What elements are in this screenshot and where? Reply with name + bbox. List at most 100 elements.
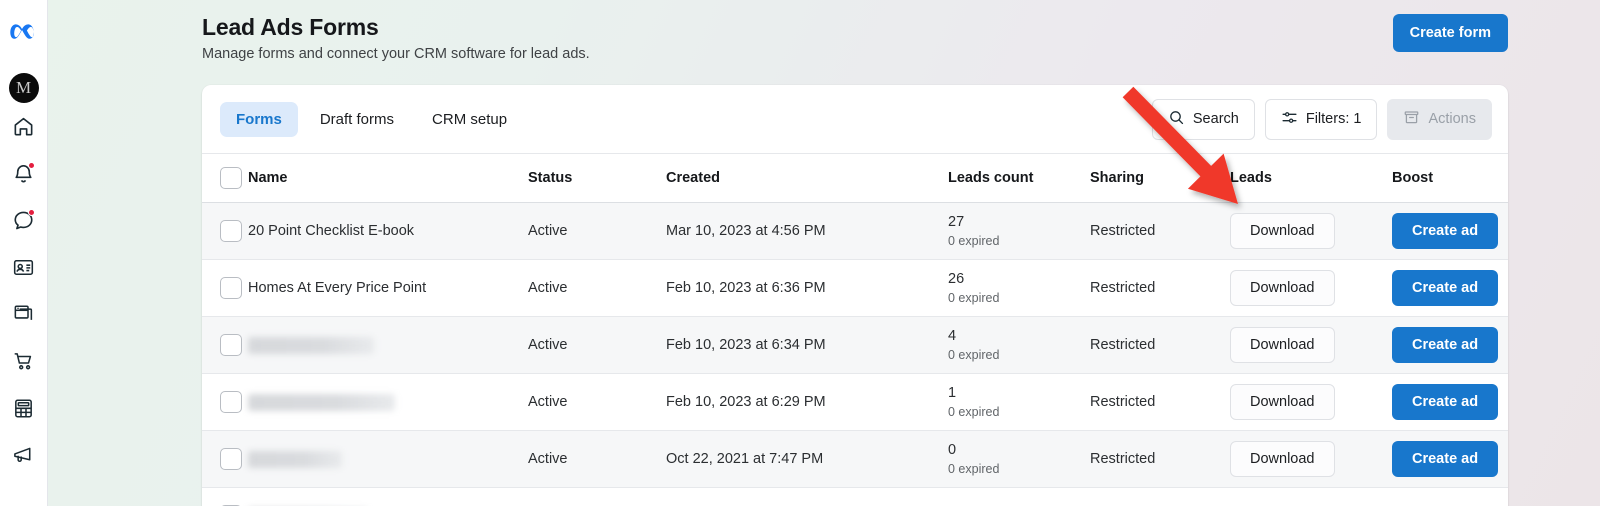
cell-status: Active [528,317,666,374]
cell-sharing [1090,488,1230,506]
cell-status: Active [528,431,666,488]
leads-expired-value: 0 expired [948,291,1090,305]
cell-boost [1392,488,1508,506]
cell-sharing: Restricted [1090,374,1230,431]
cell-leads: Download [1230,317,1392,374]
row-select-cell [202,203,248,260]
actions-button-label: Actions [1428,111,1476,127]
cell-created: Oct 22, 2021 at 7:47 PM [666,431,948,488]
create-ad-button[interactable]: Create ad [1392,384,1498,420]
cell-leads-count: 27 0 expired [948,203,1090,260]
download-button[interactable]: Download [1230,384,1335,420]
table-body: 20 Point Checklist E-bookActiveMar 10, 2… [202,203,1508,506]
column-header-leads-count[interactable]: Leads count [948,154,1090,203]
column-header-boost[interactable]: Boost [1392,154,1508,203]
create-ad-button[interactable]: Create ad [1392,327,1498,363]
table-row[interactable]: ActiveOct 22, 2021 at 7:47 PM00 expiredR… [202,431,1508,488]
table-row[interactable] [202,488,1508,506]
cell-created: Mar 10, 2023 at 4:56 PM [666,203,948,260]
cart-icon [12,350,35,378]
redacted-form-name [248,337,374,354]
table-row[interactable]: ActiveFeb 10, 2023 at 6:29 PM10 expiredR… [202,374,1508,431]
search-button-label: Search [1193,111,1239,127]
row-checkbox[interactable] [220,334,242,356]
cell-leads-count [948,488,1090,506]
page-title: Lead Ads Forms [202,14,590,41]
sidebar-item-billing[interactable] [2,387,46,434]
column-header-sharing[interactable]: Sharing [1090,154,1230,203]
create-form-button[interactable]: Create form [1393,14,1508,52]
tab-crm-setup[interactable]: CRM setup [416,102,523,137]
cell-leads [1230,488,1392,506]
row-checkbox[interactable] [220,448,242,470]
cell-leads: Download [1230,260,1392,317]
row-checkbox[interactable] [220,220,242,242]
column-header-leads[interactable]: Leads [1230,154,1392,203]
row-checkbox[interactable] [220,277,242,299]
download-button[interactable]: Download [1230,327,1335,363]
row-select-cell [202,488,248,506]
meta-infinity-logo-icon[interactable] [9,22,39,49]
page-subtitle: Manage forms and connect your CRM softwa… [202,46,590,62]
leads-expired-value: 0 expired [948,462,1090,476]
cell-boost: Create ad [1392,260,1508,317]
create-ad-button[interactable]: Create ad [1392,213,1498,249]
row-checkbox[interactable] [220,391,242,413]
sidebar-item-notifications[interactable] [2,152,46,199]
home-icon [12,115,35,143]
create-ad-button[interactable]: Create ad [1392,270,1498,306]
tab-bar: Forms Draft forms CRM setup [220,102,523,137]
column-header-created[interactable]: Created [666,154,948,203]
sidebar-item-pages[interactable] [2,293,46,340]
sliders-icon [1281,109,1298,130]
leads-expired-value: 0 expired [948,348,1090,362]
leads-count-value: 1 [948,385,1090,402]
form-name: Homes At Every Price Point [248,280,426,296]
left-nav-rail: M [0,0,48,506]
column-header-name[interactable]: Name [248,154,528,203]
notification-badge-dot [28,162,35,169]
avatar[interactable]: M [7,71,41,105]
leads-expired-value: 0 expired [948,234,1090,248]
select-all-cell [202,154,248,203]
filters-button[interactable]: Filters: 1 [1265,99,1378,140]
sidebar-item-messages[interactable] [2,199,46,246]
cell-leads-count: 0 0 expired [948,431,1090,488]
sidebar-item-ads[interactable] [2,434,46,481]
cell-sharing: Restricted [1090,203,1230,260]
table-row[interactable]: Homes At Every Price PointActiveFeb 10, … [202,260,1508,317]
download-button[interactable]: Download [1230,270,1335,306]
cell-status [528,488,666,506]
column-header-status[interactable]: Status [528,154,666,203]
forms-card: Forms Draft forms CRM setup Search [202,85,1508,506]
cell-boost: Create ad [1392,431,1508,488]
actions-button[interactable]: Actions [1387,99,1492,140]
sidebar-item-contacts[interactable] [2,246,46,293]
row-select-cell [202,374,248,431]
archive-box-icon [1403,109,1420,130]
sidebar-item-home[interactable] [2,105,46,152]
leads-count-value: 26 [948,271,1090,288]
cell-status: Active [528,203,666,260]
table-row[interactable]: ActiveFeb 10, 2023 at 6:34 PM40 expiredR… [202,317,1508,374]
download-button[interactable]: Download [1230,213,1335,249]
cell-leads: Download [1230,431,1392,488]
tab-draft-forms[interactable]: Draft forms [304,102,410,137]
card-toolbar: Forms Draft forms CRM setup Search [202,85,1508,153]
message-badge-dot [28,209,35,216]
download-button[interactable]: Download [1230,441,1335,477]
create-ad-button[interactable]: Create ad [1392,441,1498,477]
cell-sharing: Restricted [1090,260,1230,317]
cell-name [248,317,528,374]
table-row[interactable]: 20 Point Checklist E-book ActiveMar 10, 2… [202,203,1508,260]
leads-count-value: 27 [948,214,1090,231]
cell-status: Active [528,374,666,431]
cell-boost: Create ad [1392,317,1508,374]
search-button[interactable]: Search [1152,99,1255,140]
form-name: 20 Point Checklist E-book [248,223,414,239]
cell-name: 20 Point Checklist E-book [248,203,528,260]
leads-count-value: 0 [948,442,1090,459]
tab-forms[interactable]: Forms [220,102,298,137]
sidebar-item-commerce[interactable] [2,340,46,387]
select-all-checkbox[interactable] [220,167,242,189]
